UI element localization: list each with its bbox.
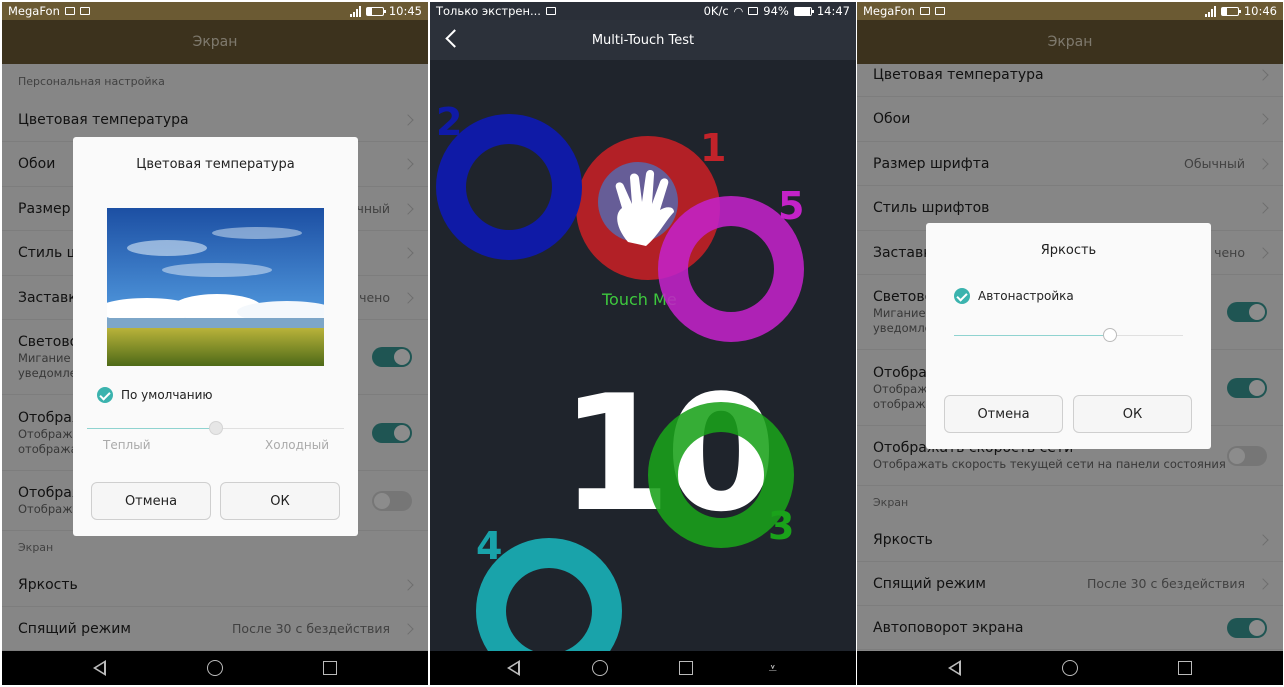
battery-icon [793,6,814,16]
slider-knob[interactable] [1102,328,1117,342]
touch-number-2: 2 [436,100,463,144]
back-nav-button[interactable] [80,653,120,683]
dialog-title: Яркость [1040,243,1097,258]
left-phone-screen: MegaFon 10:45 Экран Персональная настрой… [2,2,428,685]
back-nav-button[interactable] [935,653,975,683]
battery-icon [365,6,386,16]
dialog-title: Цветовая температура [136,157,295,172]
battery-percent: 94% [763,4,789,18]
cancel-button[interactable]: Отмена [944,395,1063,433]
image-icon [545,7,556,15]
recents-square-icon [1178,661,1193,675]
status-bar: Только экстрен... 0K/c ◠ 94% 14:47 [430,2,856,20]
recents-square-icon [679,661,694,675]
back-arrow-icon[interactable] [445,29,464,48]
brightness-slider[interactable] [954,328,1183,342]
home-circle-icon [591,660,608,676]
warm-label: Теплый [103,438,151,452]
carrier-name: Только экстрен... [436,4,541,18]
recents-nav-button[interactable] [1165,653,1205,683]
carrier-name: MegaFon [8,4,60,18]
home-nav-button[interactable] [195,653,235,683]
home-nav-button[interactable] [580,653,620,683]
message-icon [919,7,930,15]
carrier-name: MegaFon [863,4,915,18]
image-icon [934,7,945,15]
status-time: 10:45 [388,4,422,18]
navigation-bar [2,651,428,685]
cancel-button[interactable]: Отмена [91,482,211,520]
multitouch-screen: Только экстрен... 0K/c ◠ 94% 14:47 Multi… [430,2,856,685]
signal-icon [349,5,361,17]
back-triangle-icon [948,660,962,676]
temperature-slider[interactable] [87,421,344,435]
back-nav-button[interactable] [493,653,533,683]
image-icon [79,7,90,15]
navigation-bar: ⩡ [430,651,856,685]
recents-nav-button[interactable] [310,653,350,683]
cold-label: Холодный [265,438,329,452]
status-time: 10:46 [1243,4,1277,18]
notification-pull-button[interactable]: ⩡ [753,653,793,683]
pull-down-icon: ⩡ [768,658,777,677]
checkmark-icon [954,288,970,304]
touch-number-4: 4 [476,524,503,568]
touch-number-5: 5 [778,184,805,228]
status-time: 14:47 [816,4,850,18]
slider-fill [954,335,1110,336]
home-nav-button[interactable] [1050,653,1090,683]
brightness-dialog: Яркость Автонастройка Отмена ОК [926,223,1211,449]
checkbox-label: По умолчанию [121,388,213,402]
right-phone-screen: MegaFon 10:46 Экран Цветовая температура… [857,2,1283,685]
home-circle-icon [206,660,223,676]
multitouch-title: Multi-Touch Test [591,32,695,48]
slider-fill [87,428,216,429]
multitouch-title-bar: Multi-Touch Test [430,20,856,60]
back-triangle-icon [93,660,107,676]
landscape-preview-image [107,208,324,366]
battery-icon [1220,6,1241,16]
message-icon [64,7,75,15]
signal-icon [1204,5,1216,17]
status-bar: MegaFon 10:45 [2,2,428,20]
ok-button[interactable]: ОК [220,482,340,520]
back-triangle-icon [506,660,520,676]
default-checkbox[interactable]: По умолчанию [97,387,213,403]
sim-icon [748,7,759,15]
auto-brightness-checkbox[interactable]: Автонастройка [954,288,1074,304]
ok-button[interactable]: ОК [1073,395,1192,433]
wifi-icon: ◠ [733,4,744,18]
slider-knob[interactable] [208,421,223,435]
checkbox-label: Автонастройка [978,289,1074,303]
color-temperature-dialog: Цветовая температура По умолчанию Теплый… [73,137,358,536]
recents-nav-button[interactable] [666,653,706,683]
recents-square-icon [323,661,338,675]
touch-number-3: 3 [768,504,795,548]
network-speed: 0K/c [703,4,729,18]
status-bar: MegaFon 10:46 [857,2,1283,20]
checkmark-icon [97,387,113,403]
touch-number-1: 1 [700,126,727,170]
navigation-bar [857,651,1283,685]
home-circle-icon [1061,660,1078,676]
